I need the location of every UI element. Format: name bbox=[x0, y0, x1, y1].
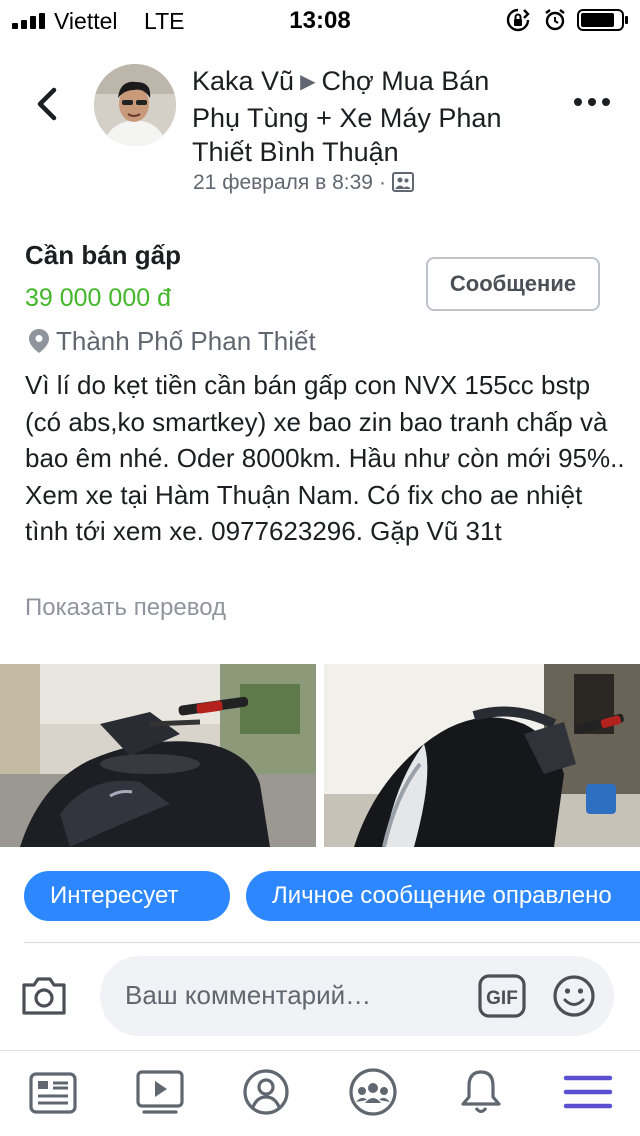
tab-watch[interactable] bbox=[134, 1066, 186, 1118]
battery-icon bbox=[577, 9, 628, 31]
video-watch-icon bbox=[136, 1070, 184, 1114]
arrow-right-icon: ▶ bbox=[300, 71, 316, 93]
meta-separator: · bbox=[379, 171, 386, 194]
comment-placeholder[interactable]: Ваш комментарий… bbox=[125, 980, 371, 1011]
emoji-icon[interactable] bbox=[552, 974, 596, 1018]
status-bar: Viettel LTE 13:08 bbox=[0, 0, 640, 40]
bell-icon bbox=[461, 1070, 501, 1114]
more-options-icon[interactable] bbox=[572, 90, 612, 114]
motorbike-photo bbox=[0, 664, 316, 847]
groups-icon bbox=[349, 1068, 397, 1116]
tab-news-feed[interactable] bbox=[27, 1066, 79, 1118]
listing-description: Vì lí do kẹt tiền cần bán gấp con NVX 15… bbox=[25, 370, 625, 546]
private-message-sent-button[interactable]: Личное сообщение оправлено bbox=[246, 871, 640, 921]
camera-icon[interactable] bbox=[20, 973, 68, 1017]
avatar[interactable] bbox=[94, 64, 176, 146]
tab-menu[interactable] bbox=[562, 1066, 614, 1118]
back-arrow-icon[interactable] bbox=[30, 84, 64, 124]
interested-button[interactable]: Интересует bbox=[24, 871, 230, 921]
listing-price: 39 000 000 đ bbox=[25, 284, 171, 312]
post-author-and-group: Kaka Vũ ▶ Chợ Mua Bán Phụ Tùng + Xe Máy Ph… bbox=[192, 64, 532, 169]
tab-notifications[interactable] bbox=[455, 1066, 507, 1118]
news-feed-icon bbox=[29, 1072, 77, 1114]
gif-icon[interactable]: GIF bbox=[478, 974, 526, 1018]
group-privacy-icon bbox=[392, 172, 414, 192]
listing-photo-2[interactable] bbox=[324, 664, 640, 847]
listing-location: Thành Phố Phan Thiết bbox=[28, 326, 316, 357]
avatar-photo bbox=[94, 64, 176, 146]
motorbike-photo bbox=[324, 664, 640, 847]
divider bbox=[0, 1050, 640, 1051]
location-text: Thành Phố Phan Thiết bbox=[56, 326, 316, 356]
divider bbox=[24, 942, 640, 943]
location-pin-icon bbox=[29, 329, 49, 353]
message-seller-button[interactable]: Сообщение bbox=[426, 257, 600, 311]
profile-icon bbox=[243, 1069, 289, 1115]
gif-label: GIF bbox=[486, 988, 518, 1009]
post-meta: 21 февраля в 8:39 · bbox=[193, 171, 414, 195]
show-translation-link[interactable]: Показать перевод bbox=[25, 594, 226, 622]
listing-photo-1[interactable] bbox=[0, 664, 316, 847]
author-name[interactable]: Kaka Vũ bbox=[192, 66, 294, 96]
menu-hamburger-icon bbox=[563, 1075, 613, 1109]
tab-groups[interactable] bbox=[347, 1066, 399, 1118]
post-date[interactable]: 21 февраля в 8:39 bbox=[193, 171, 373, 194]
alarm-icon bbox=[545, 9, 565, 31]
listing-title: Cần bán gấp bbox=[25, 240, 182, 270]
rotation-lock-icon bbox=[506, 8, 530, 32]
tab-profile[interactable] bbox=[240, 1066, 292, 1118]
